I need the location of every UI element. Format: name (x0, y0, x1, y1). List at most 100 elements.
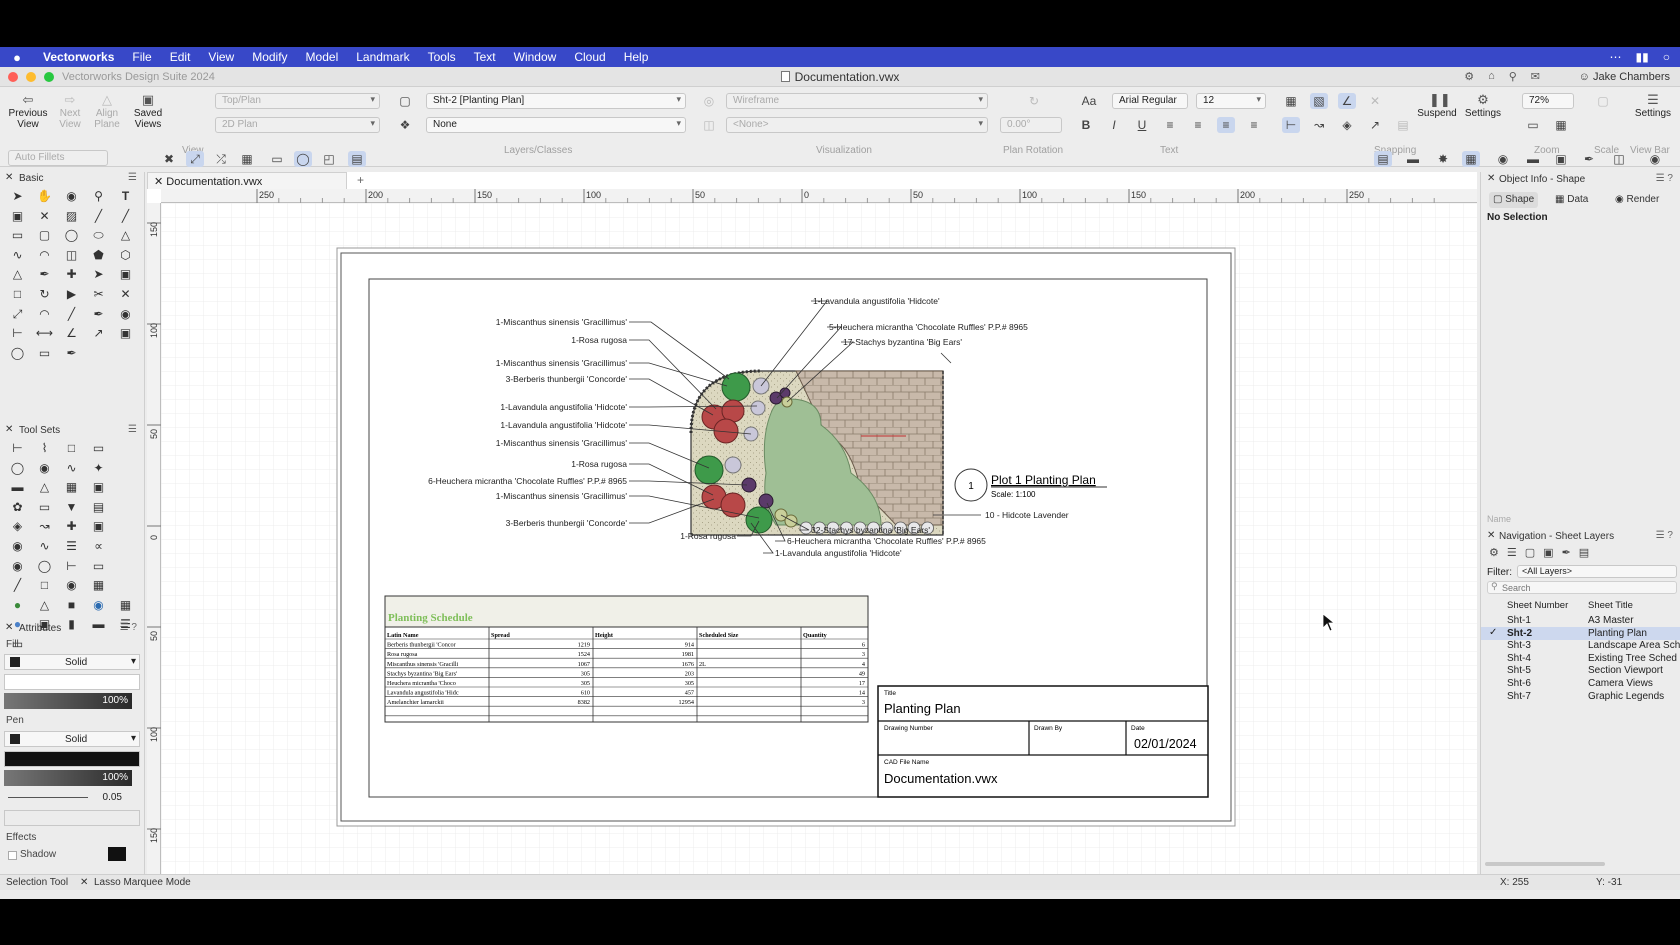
angle-dim-icon[interactable]: ∠ (58, 324, 85, 344)
menu-edit[interactable]: Edit (161, 50, 200, 64)
lasso-marquee-icon[interactable]: ◯ (294, 151, 312, 167)
align-center-icon[interactable]: ≡ (1189, 117, 1207, 133)
planting-schedule-table[interactable]: Planting Schedule Latin Name Spread Height… (384, 595, 869, 723)
plant-label[interactable]: 6-Heuchera micrantha 'Chocolate Ruffles'… (428, 476, 627, 486)
plant-label[interactable]: 32-Stachys byzantina 'Big Ears' (811, 525, 930, 535)
col-sheet-title[interactable]: Sheet Title (1588, 600, 1633, 611)
suspend-snapping-button[interactable]: ❚❚ Suspend (1414, 93, 1460, 119)
shadow-color-swatch[interactable] (108, 847, 126, 861)
plane-dropdown[interactable]: 2D Plan ▾ (215, 117, 380, 133)
tape-tool-icon[interactable]: ◯ (4, 344, 31, 364)
lighting-icon[interactable]: ▤ (85, 498, 112, 518)
globe-icon[interactable]: ◉ (1646, 151, 1664, 167)
dimension-tool-icon[interactable]: ⊢ (4, 324, 31, 344)
plant-label[interactable]: 3-Berberis thunbergii 'Concorde' (506, 374, 628, 384)
transform-mode-icon[interactable]: ⤢ (186, 151, 204, 167)
zoom-selection-icon[interactable]: ▦ (1552, 117, 1570, 133)
plant-label[interactable]: 1-Lavandula angustifolia 'Hidcote' (813, 296, 940, 306)
italic-icon[interactable]: I (1105, 117, 1123, 133)
rigging-icon[interactable]: ⊢ (58, 557, 85, 577)
menu-icon[interactable]: ☰ ? (1656, 530, 1673, 541)
close-icon[interactable]: ✕ (5, 172, 13, 183)
site-planning-icon[interactable]: ◯ (4, 459, 31, 479)
menu-text[interactable]: Text (465, 50, 505, 64)
clip-tool-icon[interactable]: ✂ (85, 285, 112, 305)
view-bar-settings-button[interactable]: ☰ Settings (1632, 93, 1674, 119)
close-icon[interactable]: ✕ (5, 424, 13, 435)
spotlight-icon[interactable]: ◯ (31, 557, 58, 577)
pen-style-dropdown[interactable]: Solid ▾ (4, 731, 140, 747)
trees-icon[interactable]: ● (4, 596, 31, 616)
plant-label[interactable]: 1-Miscanthus sinensis 'Gracillimus' (496, 438, 628, 448)
message-icon[interactable]: ✉ (1531, 70, 1540, 83)
split-tool-icon[interactable]: ✒ (85, 305, 112, 325)
pipes-icon[interactable]: ╱ (4, 576, 31, 596)
nav-layers-icon[interactable]: ☰ (1507, 546, 1517, 559)
eyedropper-tool-icon[interactable]: ✒ (31, 265, 58, 285)
menu-tools[interactable]: Tools (419, 50, 465, 64)
line-weight-field[interactable]: 0.05 (4, 790, 140, 806)
user-account[interactable]: ☺ Jake Chambers (1579, 71, 1670, 83)
vertex-mode-icon[interactable]: ⤮ (212, 151, 230, 167)
snap-distance-icon[interactable]: ⊢ (1282, 117, 1300, 133)
offset-tool-icon[interactable]: □ (4, 285, 31, 305)
sheet-row[interactable]: Sht-3 Landscape Area Sch (1481, 639, 1680, 652)
plant-label[interactable]: 5-Heuchera micrantha 'Chocolate Ruffles'… (829, 322, 1028, 332)
next-view-button[interactable]: ⇨ Next View (55, 93, 85, 130)
spiral-tool-icon[interactable]: △ (4, 265, 31, 285)
plant-label[interactable]: 1-Miscanthus sinensis 'Gracillimus' (496, 358, 628, 368)
control-center-icon[interactable]: ○ (1663, 50, 1670, 64)
snap-object-icon[interactable]: ▧ (1310, 93, 1328, 109)
font-dropdown[interactable]: Arial Regular (1112, 93, 1188, 109)
sheet-row[interactable]: Sht-5 Section Viewport (1481, 664, 1680, 677)
line-tool-icon[interactable]: ╱ (85, 207, 112, 227)
electrical-icon[interactable]: ◉ (4, 557, 31, 577)
menu-view[interactable]: View (199, 50, 243, 64)
scale-icon[interactable]: ▢ (1594, 93, 1612, 109)
rectangle-marquee-icon[interactable]: ▭ (268, 151, 286, 167)
selection-tool-icon[interactable]: ➤ (4, 187, 31, 207)
render-mode-dropdown[interactable]: Wireframe ▾ (726, 93, 988, 109)
sheet-row[interactable]: Sht-6 Camera Views (1481, 677, 1680, 690)
constrained-dim-icon[interactable]: ⟷ (31, 324, 58, 344)
3d-modeling-icon[interactable]: ◈ (4, 517, 31, 537)
close-icon[interactable]: ✕ (1487, 173, 1495, 184)
sheet-row[interactable]: ✓ Sht-2 Planting Plan (1481, 626, 1680, 640)
plant-label[interactable]: 6-Heuchera micrantha 'Chocolate Ruffles'… (787, 536, 986, 546)
plant-label[interactable]: 1-Miscanthus sinensis 'Gracillimus' (496, 491, 628, 501)
snap-intersection-icon[interactable]: ✕ (1366, 93, 1384, 109)
search-icon[interactable]: ⚲ (1509, 70, 1517, 83)
polyline-tool-icon[interactable]: ◫ (58, 246, 85, 266)
hardscape-icon[interactable]: ▭ (31, 498, 58, 518)
snap-grid-icon[interactable]: ▦ (1282, 93, 1300, 109)
planting-plan-drawing[interactable] (689, 369, 944, 536)
projection-mode-icon[interactable]: ◫ (1610, 151, 1628, 167)
title-block[interactable]: Title Planting Plan Drawing Number Drawn… (877, 685, 1209, 798)
previous-view-button[interactable]: ⇦ Previous View (6, 93, 50, 130)
menu-app-name[interactable]: Vectorworks (34, 50, 123, 64)
font-size-icon[interactable]: Aa (1080, 93, 1098, 109)
zoom-field[interactable]: 72% (1522, 93, 1574, 109)
projection-icon[interactable]: ◫ (700, 117, 718, 133)
layer-icon[interactable]: ▢ (396, 93, 414, 109)
nav-scrollbar[interactable] (1485, 862, 1605, 866)
machine-icon[interactable]: ▬ (4, 478, 31, 498)
polygon-marquee-icon[interactable]: ◰ (320, 151, 338, 167)
lavender-label[interactable]: 10 - Hidcote Lavender (985, 510, 1069, 520)
more-icon[interactable]: ⋯ (1610, 50, 1622, 64)
document-tab[interactable]: ✕ Documentation.vwx (147, 172, 347, 189)
stamp-tool-icon[interactable]: ▣ (112, 324, 139, 344)
align-left-icon[interactable]: ≡ (1161, 117, 1179, 133)
col-sheet-number[interactable]: Sheet Number (1507, 600, 1568, 611)
plant-label[interactable]: 1-Miscanthus sinensis 'Gracillimus' (496, 317, 628, 327)
pen-color-bar[interactable] (4, 751, 140, 767)
sheet-row[interactable]: Sht-1 A3 Master (1481, 614, 1680, 627)
render-options-icon[interactable]: ✸ (1434, 151, 1452, 167)
snap-working-plane-icon[interactable]: ↗ (1366, 117, 1384, 133)
single-object-icon[interactable]: ▦ (238, 151, 256, 167)
menu-window[interactable]: Window (505, 50, 566, 64)
dimension-set-icon[interactable]: ⊢ (4, 439, 31, 459)
menu-icon[interactable]: ☰ ? (120, 622, 137, 633)
flyover-icon[interactable]: ▬ (1524, 151, 1542, 167)
zoom-tool-icon[interactable]: ⚲ (85, 187, 112, 207)
